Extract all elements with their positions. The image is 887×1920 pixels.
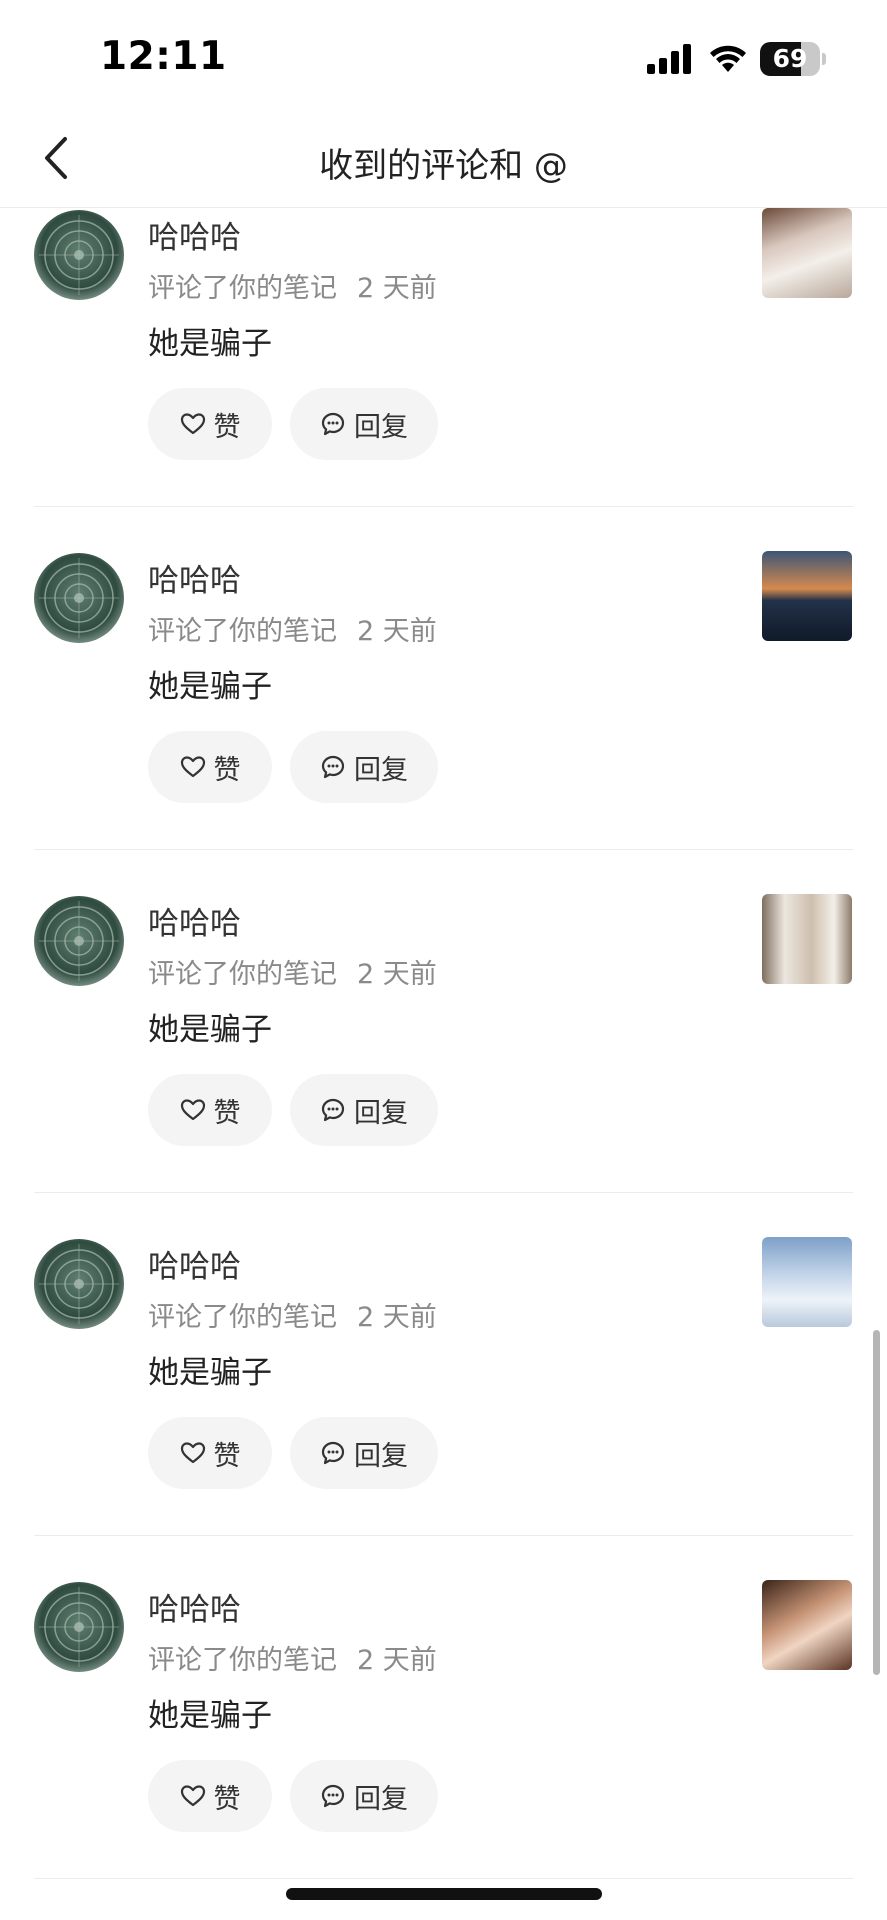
- comment-bubble-icon: [321, 755, 345, 779]
- battery-cap: [822, 53, 826, 65]
- like-label: 赞: [213, 1097, 241, 1129]
- avatar[interactable]: [34, 553, 124, 643]
- comment-item: 哈哈哈 评论了你的笔记 2 天前 她是骗子 赞 回复: [0, 1580, 887, 1920]
- like-label: 赞: [213, 411, 241, 443]
- home-indicator[interactable]: [286, 1888, 602, 1900]
- comment-action: 评论了你的笔记: [148, 1302, 337, 1333]
- avatar[interactable]: [34, 1582, 124, 1672]
- comment-bubble-icon: [321, 412, 345, 436]
- reply-button[interactable]: 回复: [290, 1417, 438, 1489]
- like-button[interactable]: 赞: [148, 1074, 272, 1146]
- comment-text: 她是骗子: [148, 1355, 272, 1391]
- username[interactable]: 哈哈哈: [148, 1584, 241, 1629]
- reply-label: 回复: [354, 754, 408, 786]
- battery-indicator: 69: [760, 42, 826, 76]
- comment-text: 她是骗子: [148, 326, 272, 362]
- divider: [34, 1878, 853, 1879]
- comment-time: 2 天前: [357, 1302, 437, 1333]
- reply-label: 回复: [354, 411, 408, 443]
- like-button[interactable]: 赞: [148, 388, 272, 460]
- note-thumbnail[interactable]: [762, 208, 852, 298]
- comment-bubble-icon: [321, 1784, 345, 1808]
- reply-label: 回复: [354, 1097, 408, 1129]
- comment-meta: 评论了你的笔记 2 天前: [148, 952, 437, 991]
- heart-icon: [180, 1785, 205, 1807]
- comment-item: 哈哈哈 评论了你的笔记 2 天前 她是骗子 赞 回复: [0, 894, 887, 1237]
- like-label: 赞: [213, 754, 241, 786]
- avatar[interactable]: [34, 210, 124, 300]
- cellular-signal-icon: [647, 44, 691, 74]
- comment-text: 她是骗子: [148, 1012, 272, 1048]
- comment-item: 哈哈哈 评论了你的笔记 2 天前 她是骗子 赞 回复: [0, 1237, 887, 1580]
- reply-button[interactable]: 回复: [290, 1074, 438, 1146]
- reply-button[interactable]: 回复: [290, 731, 438, 803]
- reply-label: 回复: [354, 1783, 408, 1815]
- like-label: 赞: [213, 1783, 241, 1815]
- battery-body: 69: [760, 42, 820, 76]
- divider: [34, 1192, 853, 1193]
- like-button[interactable]: 赞: [148, 731, 272, 803]
- status-bar: 12:11 69: [0, 0, 887, 110]
- reply-label: 回复: [354, 1440, 408, 1472]
- heart-icon: [180, 413, 205, 435]
- status-time: 12:11: [100, 34, 227, 79]
- comment-meta: 评论了你的笔记 2 天前: [148, 609, 437, 648]
- page-title: 收到的评论和 @: [319, 146, 568, 186]
- divider: [34, 1535, 853, 1536]
- comment-meta: 评论了你的笔记 2 天前: [148, 1295, 437, 1334]
- heart-icon: [180, 756, 205, 778]
- comment-bubble-icon: [321, 1441, 345, 1465]
- like-button[interactable]: 赞: [148, 1760, 272, 1832]
- username[interactable]: 哈哈哈: [148, 555, 241, 600]
- comment-list: 哈哈哈 评论了你的笔记 2 天前 她是骗子 赞 回复 哈哈哈 评论了你的笔记 2…: [0, 208, 887, 1920]
- comment-action: 评论了你的笔记: [148, 616, 337, 647]
- comment-action: 评论了你的笔记: [148, 273, 337, 304]
- comment-time: 2 天前: [357, 273, 437, 304]
- comment-bubble-icon: [321, 1098, 345, 1122]
- note-thumbnail[interactable]: [762, 1580, 852, 1670]
- like-button[interactable]: 赞: [148, 1417, 272, 1489]
- comment-item: 哈哈哈 评论了你的笔记 2 天前 她是骗子 赞 回复: [0, 208, 887, 551]
- comment-item: 哈哈哈 评论了你的笔记 2 天前 她是骗子 赞 回复: [0, 551, 887, 894]
- note-thumbnail[interactable]: [762, 551, 852, 641]
- reply-button[interactable]: 回复: [290, 388, 438, 460]
- comment-meta: 评论了你的笔记 2 天前: [148, 1638, 437, 1677]
- avatar[interactable]: [34, 896, 124, 986]
- comment-text: 她是骗子: [148, 1698, 272, 1734]
- divider: [34, 849, 853, 850]
- username[interactable]: 哈哈哈: [148, 898, 241, 943]
- scrollbar[interactable]: [873, 1330, 880, 1675]
- screen: 12:11 69 收到的评论和 @ 哈哈哈 评论了你的笔记 2 天前 她是骗子 …: [0, 0, 887, 1920]
- comment-time: 2 天前: [357, 1645, 437, 1676]
- comment-time: 2 天前: [357, 959, 437, 990]
- comment-action: 评论了你的笔记: [148, 959, 337, 990]
- reply-button[interactable]: 回复: [290, 1760, 438, 1832]
- comment-time: 2 天前: [357, 616, 437, 647]
- avatar[interactable]: [34, 1239, 124, 1329]
- like-label: 赞: [213, 1440, 241, 1472]
- comment-meta: 评论了你的笔记 2 天前: [148, 266, 437, 305]
- username[interactable]: 哈哈哈: [148, 212, 241, 257]
- note-thumbnail[interactable]: [762, 1237, 852, 1327]
- note-thumbnail[interactable]: [762, 894, 852, 984]
- nav-bar: 收到的评论和 @: [0, 110, 887, 208]
- username[interactable]: 哈哈哈: [148, 1241, 241, 1286]
- comment-action: 评论了你的笔记: [148, 1645, 337, 1676]
- comment-text: 她是骗子: [148, 669, 272, 705]
- wifi-icon: [710, 45, 746, 72]
- divider: [34, 506, 853, 507]
- heart-icon: [180, 1442, 205, 1464]
- battery-percent: 69: [772, 44, 808, 73]
- heart-icon: [180, 1099, 205, 1121]
